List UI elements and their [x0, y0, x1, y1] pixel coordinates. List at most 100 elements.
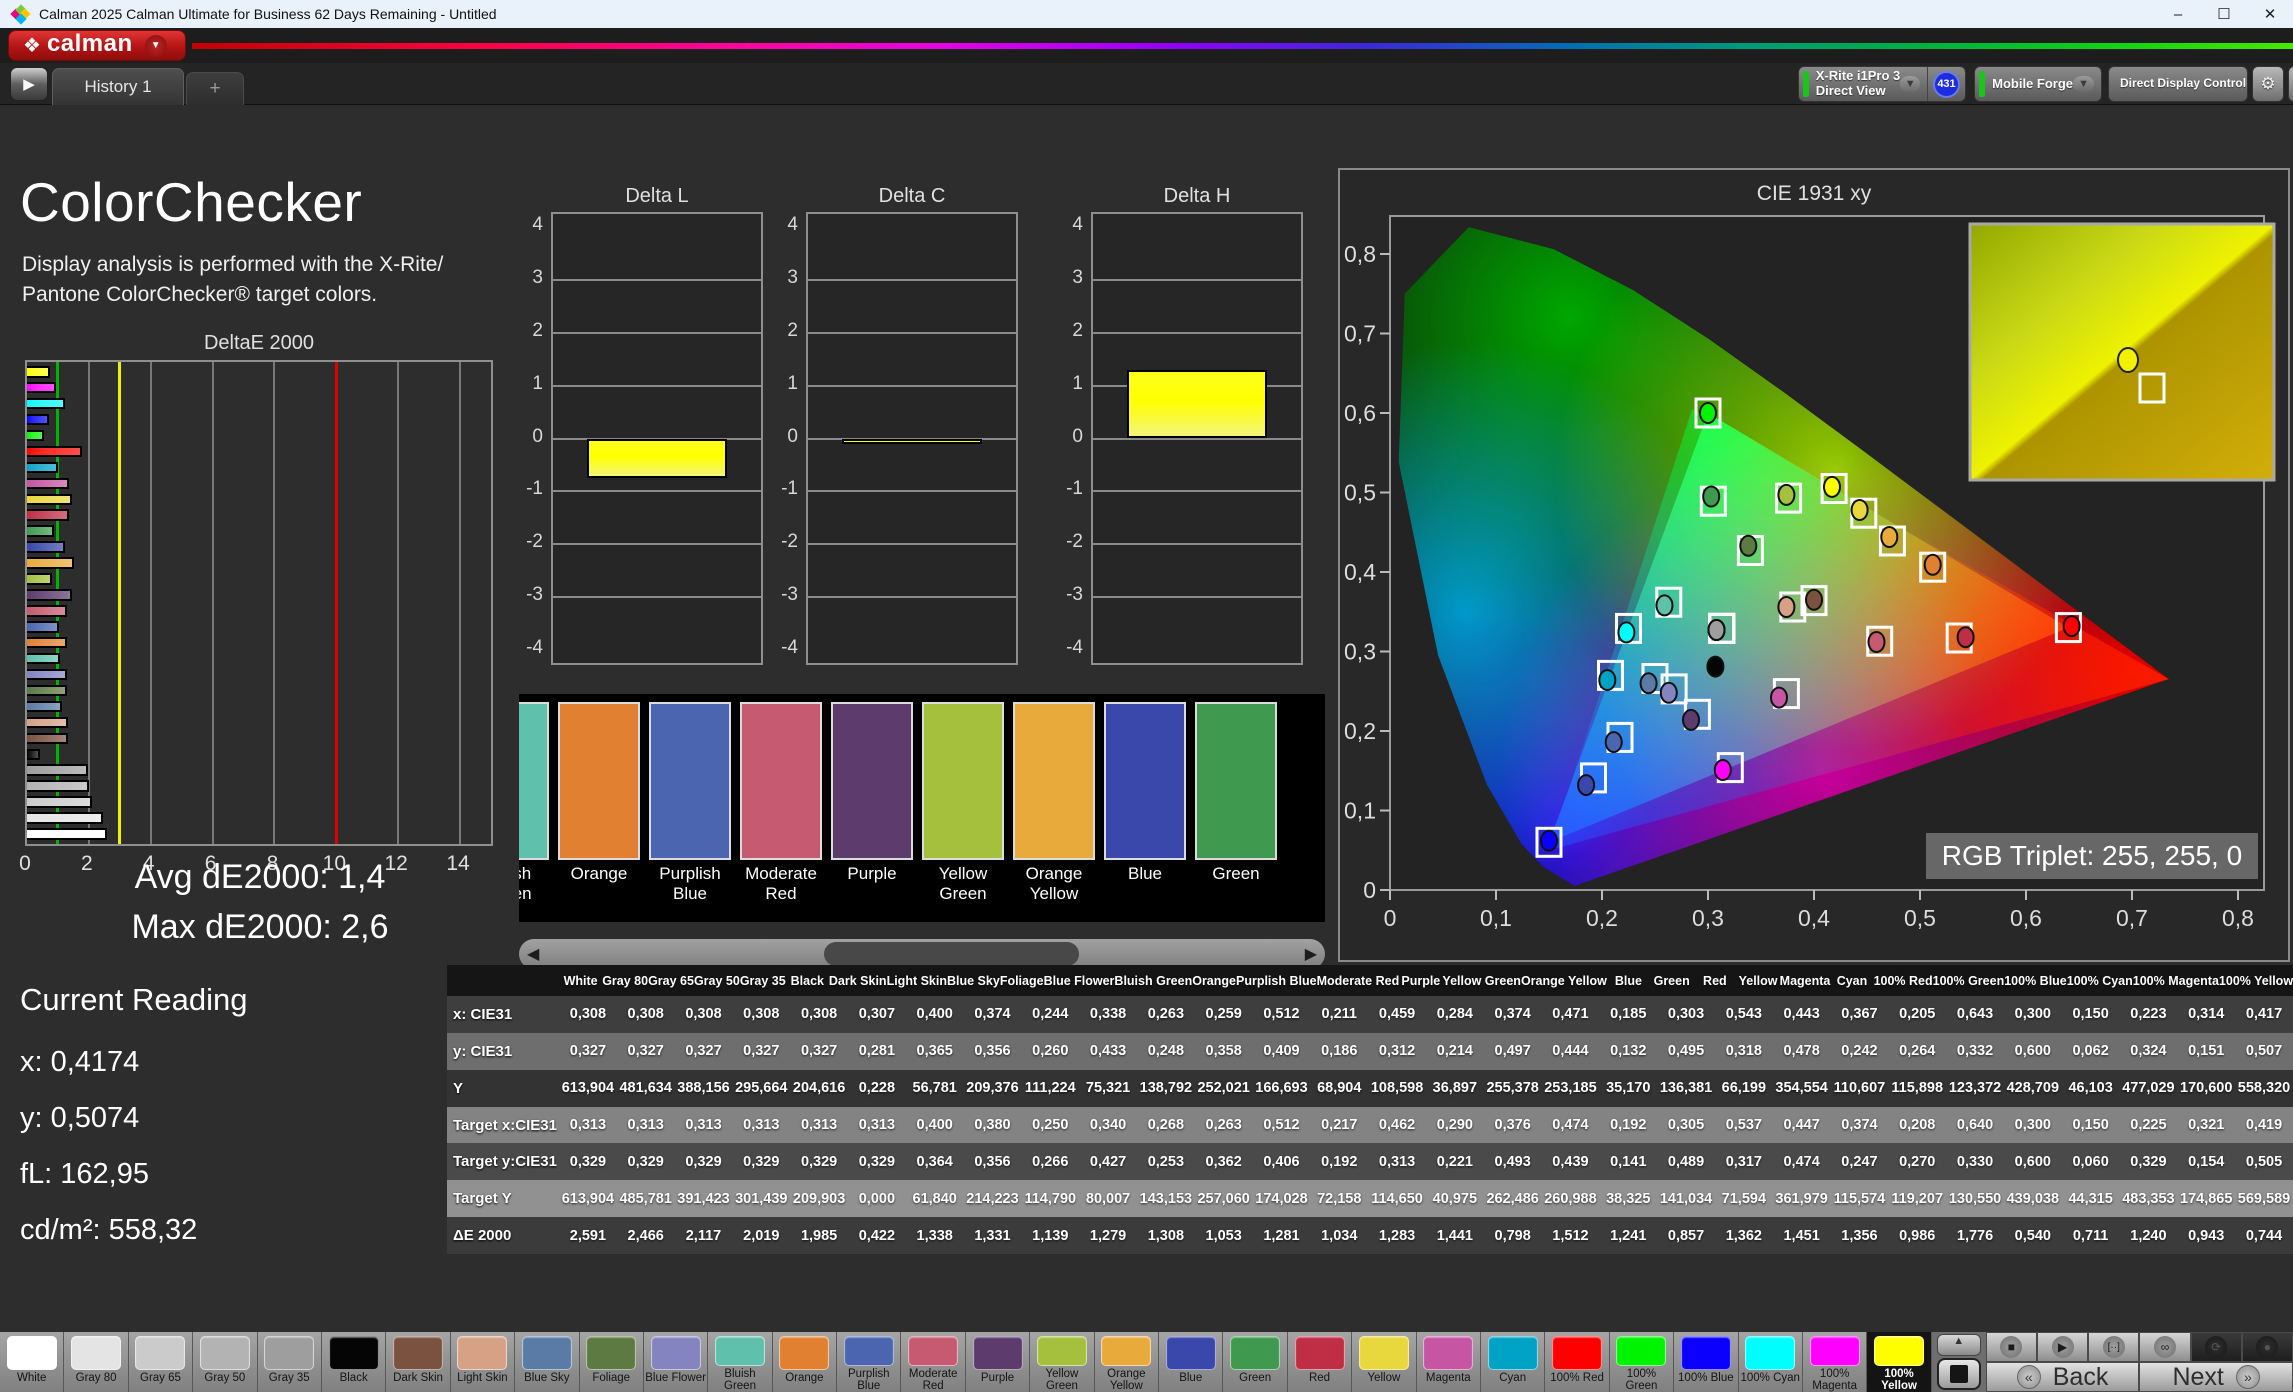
patch-button-dark-skin[interactable]: Dark Skin [386, 1332, 450, 1392]
patch-button-foliage[interactable]: Foliage [580, 1332, 644, 1392]
table-cell: 0,459 [1368, 1006, 1426, 1022]
meter-count-badge: 431 [1933, 71, 1960, 98]
patch-button-moderate-red[interactable]: Moderate Red [901, 1332, 965, 1392]
patch-button-cyan[interactable]: Cyan [1481, 1332, 1545, 1392]
patch-button-orange-yellow[interactable]: Orange Yellow [1095, 1332, 1159, 1392]
patch-button-gray-80[interactable]: Gray 80 [64, 1332, 128, 1392]
table-cell: 1,139 [1021, 1228, 1079, 1244]
patch-button-100-cyan[interactable]: 100% Cyan [1739, 1332, 1803, 1392]
patch-label: Gray 50 [204, 1372, 245, 1384]
table-cell: 0,406 [1253, 1154, 1311, 1170]
patch-label: Yellow [1367, 1372, 1400, 1384]
patch-button-purple[interactable]: Purple [966, 1332, 1030, 1392]
scrollbar-thumb[interactable] [824, 942, 1079, 966]
patch-button-white[interactable]: White [0, 1332, 64, 1392]
table-cell: 2,466 [617, 1228, 675, 1244]
table-cell: 0,141 [1599, 1154, 1657, 1170]
table-cell: 0,313 [790, 1117, 848, 1133]
table-cell: 391,423 [675, 1191, 733, 1207]
patch-button-light-skin[interactable]: Light Skin [451, 1332, 515, 1392]
patch-button-orange[interactable]: Orange [773, 1332, 837, 1392]
patch-button-blue[interactable]: Blue [1159, 1332, 1223, 1392]
stop-button[interactable]: ■ [1986, 1332, 2037, 1362]
table-cell: 0,356 [964, 1154, 1022, 1170]
settings-button[interactable]: ⚙ [2252, 66, 2284, 102]
delta-chart-title: Delta L [551, 185, 763, 208]
maximize-button[interactable]: ☐ [2201, 0, 2247, 28]
column-header: 100% Yellow [2219, 974, 2293, 988]
patch-button-yellow-green[interactable]: Yellow Green [1030, 1332, 1094, 1392]
table-header-row: WhiteGray 80Gray 65Gray 50Gray 35BlackDa… [447, 965, 2293, 996]
read-series-button[interactable]: [··] [2088, 1332, 2139, 1362]
table-cell: 0,338 [1079, 1006, 1137, 1022]
back-button[interactable]: « Back [1986, 1362, 2140, 1392]
tab-history-1[interactable]: History 1 [52, 68, 184, 105]
patch-button-bluish-green[interactable]: Bluish Green [708, 1332, 772, 1392]
patch-color-chip [1552, 1336, 1602, 1370]
table-cell: 0,374 [1484, 1006, 1542, 1022]
table-row: ΔE 20002,5912,4662,1172,0191,9850,4221,3… [447, 1217, 2293, 1254]
deltae-bar [27, 366, 50, 378]
deltae-bar [27, 828, 107, 840]
svg-text:0,4: 0,4 [1344, 559, 1376, 585]
table-cell: 0,205 [1888, 1006, 1946, 1022]
patch-selector-bar: White Gray 80Gray 65 Gray 50 Gray 35BlackDa… [0, 1332, 2293, 1392]
scroll-left-icon[interactable]: ◀ [527, 944, 539, 964]
close-button[interactable]: ✕ [2247, 0, 2293, 28]
infinity-icon: ∞ [2154, 1336, 2176, 1358]
table-cell: 0,284 [1426, 1006, 1484, 1022]
continuous-read-button[interactable]: ∞ [2139, 1332, 2190, 1362]
patch-button-green[interactable]: Green [1223, 1332, 1287, 1392]
display-control-dropdown[interactable]: Direct Display Control ▼ [2108, 66, 2248, 102]
collapse-panel-button[interactable]: ◀ [2288, 66, 2293, 102]
calman-app-icon [12, 6, 29, 23]
play-button[interactable]: ▶ [2037, 1332, 2088, 1362]
calman-menu-button[interactable]: ❖ calman ▼ [8, 30, 186, 61]
deltae-bar [27, 669, 67, 681]
patch-label: Foliage [592, 1372, 630, 1384]
patch-color-chip [779, 1336, 829, 1370]
patch-button-magenta[interactable]: Magenta [1417, 1332, 1481, 1392]
next-button[interactable]: Next » [2139, 1362, 2293, 1392]
column-header: Red [1693, 974, 1736, 988]
patch-label: 100% Yellow [1867, 1368, 1930, 1392]
meter-dropdown[interactable]: X-Rite i1Pro 3Direct View ▼ 431 [1798, 66, 1966, 102]
table-cell: 0,643 [1946, 1006, 2004, 1022]
table-cell: 0,374 [1831, 1117, 1889, 1133]
patch-color-chip [908, 1336, 958, 1366]
deltae-2000-chart [25, 360, 493, 846]
patch-button-blue-sky[interactable]: Blue Sky [515, 1332, 579, 1392]
table-cell: 0,474 [1542, 1117, 1600, 1133]
table-cell: 0,268 [1137, 1117, 1195, 1133]
patch-button-100-green[interactable]: 100% Green [1610, 1332, 1674, 1392]
calman-diamond-icon: ❖ [23, 33, 41, 58]
patch-button-100-yellow[interactable]: 100% Yellow [1867, 1332, 1931, 1392]
scroll-right-icon[interactable]: ▶ [1305, 944, 1317, 964]
delta-bar [587, 439, 727, 479]
patch-button-gray-65[interactable]: Gray 65 [129, 1332, 193, 1392]
patch-button-purplish-blue[interactable]: Purplish Blue [837, 1332, 901, 1392]
table-cell: 0,263 [1195, 1117, 1253, 1133]
table-cell: 111,224 [1021, 1080, 1079, 1096]
patch-button-blue-flower[interactable]: Blue Flower [644, 1332, 708, 1392]
patch-button-yellow[interactable]: Yellow [1352, 1332, 1416, 1392]
add-tab-button[interactable]: + [186, 72, 244, 105]
minimize-button[interactable]: – [2155, 0, 2201, 28]
table-cell: 0,327 [617, 1043, 675, 1059]
idle-button[interactable]: ● [2242, 1332, 2293, 1362]
patch-button-100-red[interactable]: 100% Red [1545, 1332, 1609, 1392]
patch-button-black[interactable]: Black [322, 1332, 386, 1392]
patch-button-red[interactable]: Red [1288, 1332, 1352, 1392]
refresh-button[interactable]: ⟳ [2191, 1332, 2242, 1362]
tab-scroll-button[interactable]: ▶ [10, 67, 48, 101]
patch-button-gray-50[interactable]: Gray 50 [193, 1332, 257, 1392]
patch-button-100-magenta[interactable]: 100% Magenta [1803, 1332, 1867, 1392]
patch-label: 100% Cyan [1741, 1372, 1800, 1384]
target-patch-button[interactable] [1937, 1358, 1981, 1390]
patch-button-gray-35[interactable]: Gray 35 [258, 1332, 322, 1392]
patch-button-100-blue[interactable]: 100% Blue [1674, 1332, 1738, 1392]
source-dropdown[interactable]: Mobile Forge ▼ [1974, 66, 2102, 102]
table-cell: 0,228 [848, 1080, 906, 1096]
patch-label: White [17, 1372, 46, 1384]
expand-panel-button[interactable]: ▲ [1937, 1334, 1981, 1356]
